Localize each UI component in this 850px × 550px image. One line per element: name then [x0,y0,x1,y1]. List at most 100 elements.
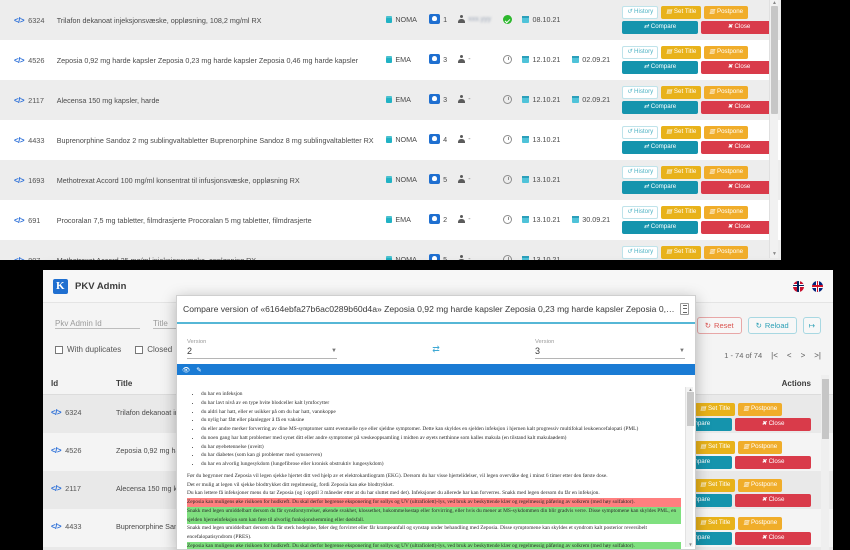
history-button[interactable]: ↺History [622,246,658,259]
set-title-button[interactable]: ▤Set Title [661,6,701,19]
history-button[interactable]: ↺History [622,86,658,99]
code-icon[interactable]: </> [14,256,24,261]
code-icon[interactable]: </> [14,96,24,105]
flag-uk-icon[interactable] [812,281,823,292]
code-icon[interactable]: </> [14,136,24,145]
postpone-button[interactable]: ▥Postpone [738,517,782,530]
version-select-right[interactable]: Version 3 ▼ [535,339,685,359]
scroll-down-arrow-icon[interactable]: ▼ [771,251,778,258]
version-select-left[interactable]: Version 2 ▼ [187,339,337,359]
history-button[interactable]: ↺History [622,6,658,19]
history-button[interactable]: ↺History [622,206,658,219]
exit-button[interactable]: ↦ [803,317,821,334]
scrollbar-thumb[interactable] [771,6,778,114]
postpone-icon: ▥ [743,520,749,527]
close-button[interactable]: ✖Close [701,21,777,34]
table-row[interactable]: </>4433Buprenorphine Sandoz 2 mg subling… [0,120,781,160]
code-icon[interactable]: </> [14,216,24,225]
pencil-icon[interactable]: ✎ [196,366,201,374]
code-icon[interactable]: </> [14,16,24,25]
table-row[interactable]: </>691Procoralan 7,5 mg tabletter, filmd… [0,200,781,240]
calendar-icon [572,216,579,223]
close-button[interactable]: ✖Close [701,61,777,74]
diff-unchanged-text: Det er mulig at legen vil sjekke blodtry… [187,481,681,490]
scrollbar-thumb[interactable] [687,392,694,426]
close-button[interactable]: ✖Close [701,141,777,154]
table-row[interactable]: </>1693Methotrexat Accord 100 mg/ml kons… [0,160,781,200]
compare-button[interactable]: ⇄Compare [622,221,698,234]
table-row[interactable]: </>807Methotrexat Accord 25 mg/ml injeks… [0,240,781,260]
eye-icon[interactable]: 👁 [182,366,190,374]
set-title-button[interactable]: ▤Set Title [695,479,735,492]
postpone-button[interactable]: ▥Postpone [738,403,782,416]
set-title-icon: ▤ [666,209,672,216]
set-title-button[interactable]: ▤Set Title [661,166,701,179]
compare-button[interactable]: ⇄Compare [622,101,698,114]
pagination-first-button[interactable]: |< [771,351,778,360]
results-table-scrollbar[interactable]: ▲ ▼ [769,0,778,258]
code-icon[interactable]: </> [14,56,24,65]
diff-bullet-list: du har en infeksjondu har lavt nivå av e… [187,390,681,469]
set-title-button[interactable]: ▤Set Title [661,206,701,219]
app-table-scrollbar[interactable] [821,375,829,550]
table-row[interactable]: </>2117Alecensa 150 mg kapsler, hardeEMA… [0,80,781,120]
set-title-icon: ▤ [666,49,672,56]
set-title-button[interactable]: ▤Set Title [695,517,735,530]
postpone-button[interactable]: ▥Postpone [704,86,748,99]
close-button[interactable]: ✖Close [735,418,811,431]
code-icon[interactable]: </> [51,408,61,417]
history-button[interactable]: ↺History [622,166,658,179]
table-row[interactable]: </>4526Zeposia 0,92 mg harde kapsler Zep… [0,40,781,80]
set-title-button[interactable]: ▤Set Title [661,126,701,139]
postpone-button[interactable]: ▥Postpone [704,6,748,19]
postpone-button[interactable]: ▥Postpone [704,46,748,59]
close-button[interactable]: ✖Close [701,181,777,194]
compare-button[interactable]: ⇄Compare [622,141,698,154]
modal-title: Compare version of «6164ebfa27b6ac0289b6… [183,304,676,314]
reload-button[interactable]: ↻ Reload [748,317,797,334]
pagination-prev-button[interactable]: < [787,351,792,360]
set-title-button[interactable]: ▤Set Title [695,441,735,454]
close-button[interactable]: ✖Close [735,494,811,507]
code-icon[interactable]: </> [51,446,61,455]
scrollbar-thumb[interactable] [822,379,829,439]
close-button[interactable]: ✖Close [735,456,811,469]
filter-id-input[interactable]: Pkv Admin Id [55,313,140,329]
postpone-button[interactable]: ▥Postpone [704,246,748,259]
calendar-icon [522,56,529,63]
scroll-down-arrow-icon[interactable]: ▼ [687,542,694,547]
collapse-icon[interactable] [680,303,689,315]
close-button[interactable]: ✖Close [701,101,777,114]
flag-norway-icon[interactable] [793,281,804,292]
checkbox-closed[interactable]: Closed [135,345,172,354]
postpone-button[interactable]: ▥Postpone [704,126,748,139]
code-icon[interactable]: </> [51,522,61,531]
compare-button[interactable]: ⇄Compare [622,61,698,74]
pagination-last-button[interactable]: >| [814,351,821,360]
close-button[interactable]: ✖Close [701,221,777,234]
postpone-button[interactable]: ▥Postpone [738,441,782,454]
compare-button[interactable]: ⇄Compare [622,21,698,34]
set-title-icon: ▤ [700,482,706,489]
pagination-next-button[interactable]: > [801,351,806,360]
diff-scrollbar[interactable]: ▲ ▼ [685,387,693,547]
code-icon[interactable]: </> [51,484,61,493]
set-title-button[interactable]: ▤Set Title [661,46,701,59]
cell-actions: ↺History▤Set Title▥Postpone ⇄Compare✖Clos… [618,40,781,80]
close-button[interactable]: ✖Close [735,532,811,545]
postpone-button[interactable]: ▥Postpone [738,479,782,492]
set-title-button[interactable]: ▤Set Title [661,246,701,259]
table-row[interactable]: </>6324Trilafon dekanoat injeksjonsvæske… [0,0,781,40]
postpone-button[interactable]: ▥Postpone [704,166,748,179]
set-title-button[interactable]: ▤Set Title [661,86,701,99]
checkbox-with-duplicates[interactable]: With duplicates [55,345,121,354]
set-title-button[interactable]: ▤Set Title [695,403,735,416]
swap-icon[interactable]: ⇄ [432,344,440,355]
pagination: 1 - 74 of 74 |< < > >| [724,351,821,360]
compare-button[interactable]: ⇄Compare [622,181,698,194]
history-button[interactable]: ↺History [622,46,658,59]
postpone-button[interactable]: ▥Postpone [704,206,748,219]
reset-button[interactable]: ↻ Reset [697,317,742,334]
history-button[interactable]: ↺History [622,126,658,139]
code-icon[interactable]: </> [14,176,24,185]
